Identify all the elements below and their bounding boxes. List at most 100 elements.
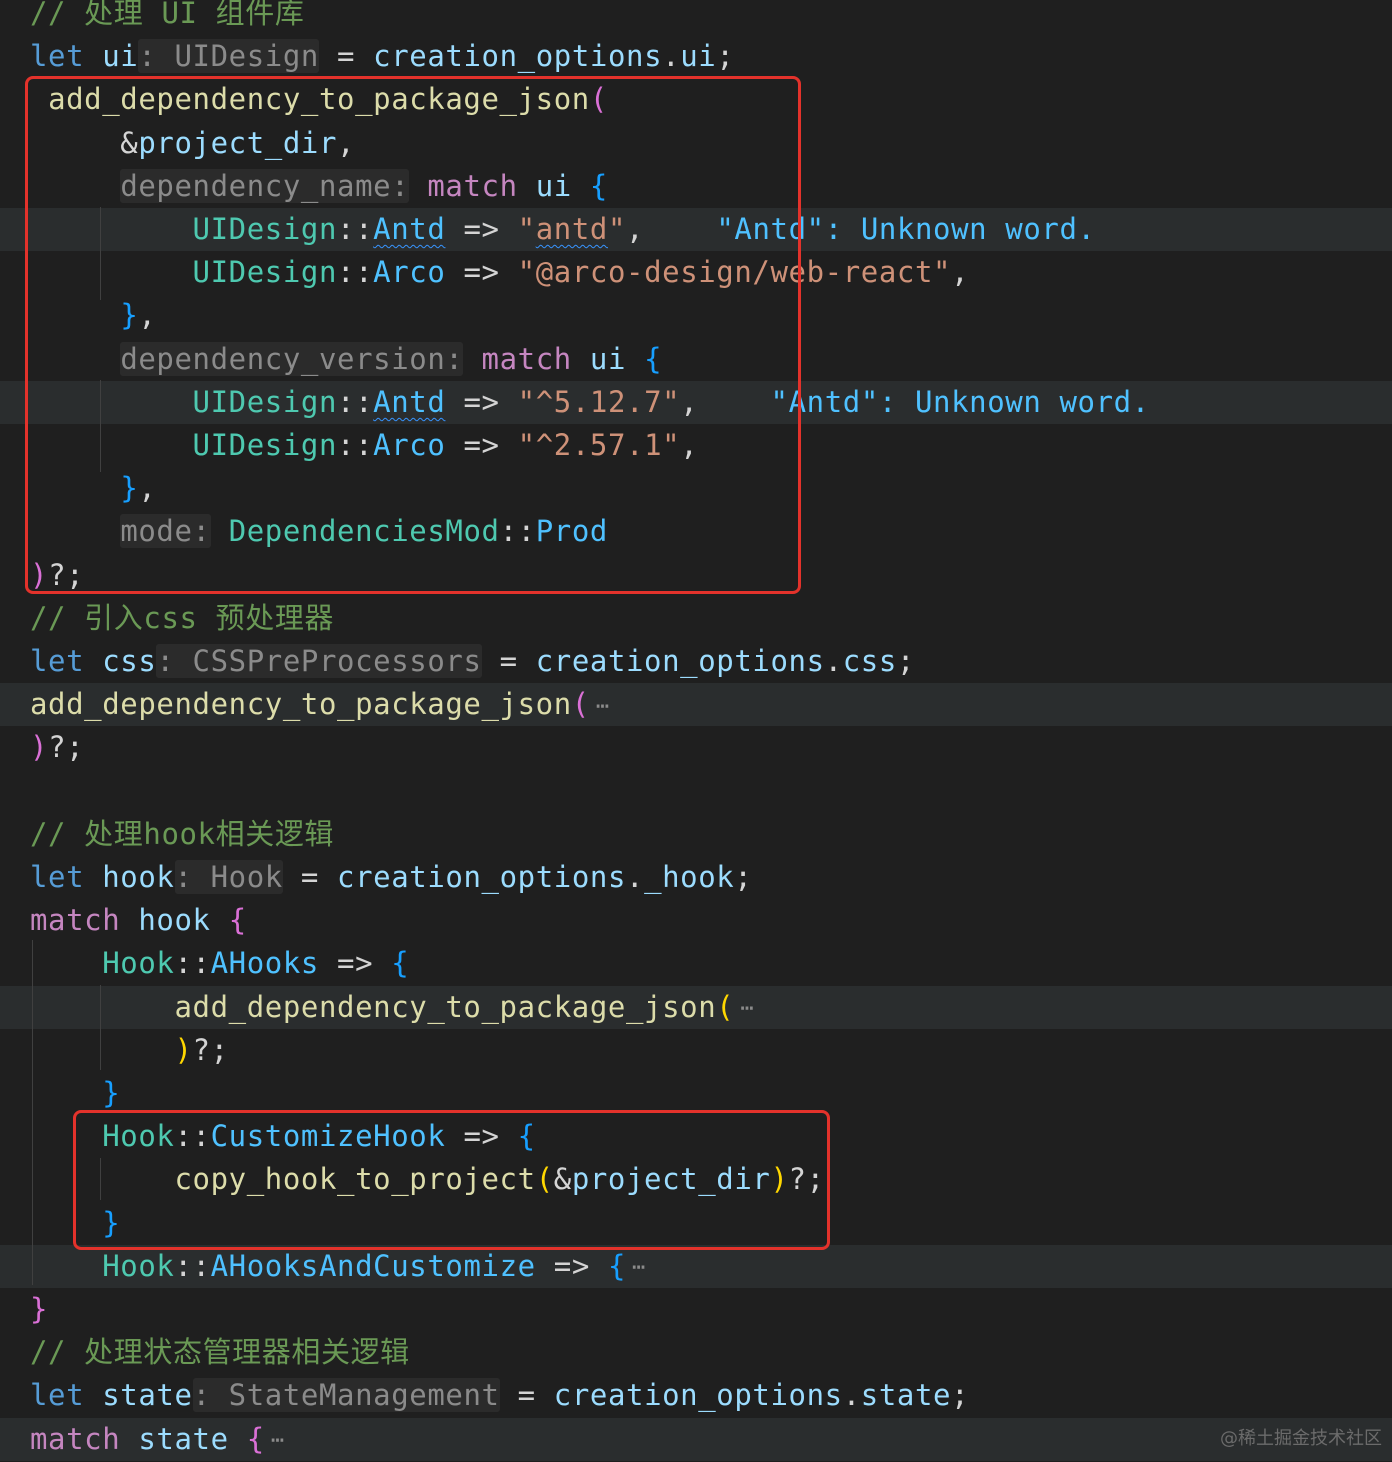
code-token: ) (30, 730, 48, 764)
code-token: ui (102, 39, 138, 73)
code-text: add_dependency_to_package_json(⋯ (30, 986, 754, 1031)
highlight-box (73, 1110, 830, 1250)
code-line[interactable]: let hook: Hook = creation_options._hook; (0, 856, 1392, 899)
code-line[interactable]: )?; (0, 1029, 1392, 1072)
code-token: // 处理状态管理器相关逻辑 (30, 1335, 410, 1369)
code-token: state (861, 1378, 951, 1412)
code-line[interactable]: let state : StateManagement = creation_op… (0, 1374, 1392, 1417)
code-line[interactable]: match hook { (0, 899, 1392, 942)
code-token: = (283, 860, 337, 894)
code-token (120, 1422, 138, 1456)
code-token: = (500, 1378, 554, 1412)
code-line[interactable]: add_dependency_to_package_json(⋯ (0, 683, 1392, 726)
code-line[interactable]: match state {⋯ (0, 1418, 1392, 1461)
code-line[interactable]: // 引入css 预处理器 (0, 597, 1392, 640)
code-text: // 引入css 预处理器 (30, 597, 334, 640)
code-text: } (30, 1288, 48, 1331)
code-line[interactable]: Hook::AHooksAndCustomize => {⋯ (0, 1245, 1392, 1288)
code-token: ) (174, 1033, 192, 1067)
code-token: hook (102, 860, 174, 894)
code-token (84, 39, 102, 73)
code-token: : UIDesign (138, 39, 319, 73)
code-token (30, 1033, 174, 1067)
code-token (211, 903, 229, 937)
code-token: ; (951, 1378, 969, 1412)
code-line[interactable]: Hook::AHooks => { (0, 942, 1392, 985)
fold-ellipsis-icon[interactable]: ⋯ (632, 1255, 646, 1280)
code-token: ?; (193, 1033, 229, 1067)
code-line[interactable]: let ui: UIDesign = creation_options.ui; (0, 35, 1392, 78)
code-token: . (825, 644, 843, 678)
code-text: // 处理hook相关逻辑 (30, 813, 334, 856)
code-token: ( (716, 990, 734, 1024)
code-token: : Hook (175, 860, 283, 894)
highlight-box (25, 76, 801, 594)
code-text: // 处理 UI 组件库 (30, 0, 304, 35)
code-token: } (30, 1292, 48, 1326)
code-text: match state {⋯ (30, 1418, 285, 1462)
code-line[interactable] (0, 770, 1392, 813)
code-text: )?; (30, 726, 84, 769)
watermark: @稀土掘金技术社区 (1220, 1424, 1382, 1450)
code-token: match (30, 1422, 120, 1456)
code-line[interactable]: // 处理状态管理器相关逻辑 (0, 1331, 1392, 1374)
code-token: Hook (102, 1249, 174, 1283)
fold-ellipsis-icon[interactable]: ⋯ (596, 694, 610, 719)
code-token: add_dependency_to_package_json (174, 990, 716, 1024)
code-text: Hook::AHooksAndCustomize => {⋯ (30, 1245, 646, 1290)
code-token (30, 946, 102, 980)
code-line[interactable]: // 处理hook相关逻辑 (0, 813, 1392, 856)
code-token: ?; (48, 730, 84, 764)
code-token: css (843, 644, 897, 678)
code-line[interactable]: } (0, 1288, 1392, 1331)
code-token: let (30, 644, 84, 678)
code-token: let (30, 1378, 84, 1412)
code-token: creation_options (373, 39, 662, 73)
code-token: , (951, 255, 969, 289)
code-token: ( (572, 687, 590, 721)
code-token: ui (680, 39, 716, 73)
code-line[interactable]: )?; (0, 726, 1392, 769)
code-token: => (319, 946, 391, 980)
code-token: :: (175, 946, 211, 980)
code-token: // 处理hook相关逻辑 (30, 817, 334, 851)
code-editor[interactable]: // 处理 UI 组件库let ui: UIDesign = creation_… (0, 0, 1392, 1458)
fold-ellipsis-icon[interactable]: ⋯ (271, 1428, 285, 1453)
code-token: let (30, 860, 84, 894)
code-token: let (30, 39, 84, 73)
code-token: . (843, 1378, 861, 1412)
code-token: => (536, 1249, 608, 1283)
fold-ellipsis-icon[interactable]: ⋯ (740, 996, 754, 1021)
code-token: // 引入css 预处理器 (30, 601, 334, 635)
code-token: { (391, 946, 409, 980)
code-token: _hook (644, 860, 734, 894)
code-token: Hook (102, 946, 174, 980)
code-token: add_dependency_to_package_json (30, 687, 572, 721)
code-token: creation_options (554, 1378, 843, 1412)
code-text: let state : StateManagement = creation_op… (30, 1374, 969, 1417)
code-token: { (229, 903, 247, 937)
code-token: : StateManagement (193, 1378, 500, 1412)
code-line[interactable]: // 处理 UI 组件库 (0, 0, 1392, 35)
code-token: creation_options (337, 860, 626, 894)
code-token (30, 1249, 102, 1283)
indent-guide (100, 985, 101, 1070)
code-token: // 处理 UI 组件库 (30, 0, 304, 30)
code-text: add_dependency_to_package_json(⋯ (30, 683, 610, 728)
code-text: let css: CSSPreProcessors = creation_opt… (30, 640, 915, 683)
code-token (30, 990, 174, 1024)
code-line[interactable]: let css: CSSPreProcessors = creation_opt… (0, 640, 1392, 683)
code-text: let hook: Hook = creation_options._hook; (30, 856, 752, 899)
code-line[interactable]: } (0, 1072, 1392, 1115)
code-text: match hook { (30, 899, 247, 942)
code-line[interactable]: add_dependency_to_package_json(⋯ (0, 986, 1392, 1029)
code-token: = (482, 644, 536, 678)
code-token (30, 1076, 102, 1110)
code-token (229, 1422, 247, 1456)
code-token: } (102, 1076, 120, 1110)
code-text: Hook::AHooks => { (30, 942, 409, 985)
code-token: ; (734, 860, 752, 894)
code-token: AHooks (211, 946, 319, 980)
code-token: creation_options (536, 644, 825, 678)
code-token: . (662, 39, 680, 73)
